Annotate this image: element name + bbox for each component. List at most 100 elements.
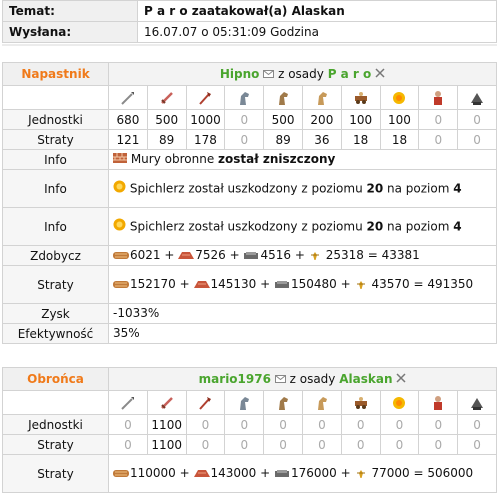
iron-icon — [274, 276, 291, 293]
unit-count-cell: 0 — [224, 414, 265, 435]
res-grain: 25318 — [325, 248, 364, 262]
unit-icon-cell — [379, 85, 420, 110]
catapult-icon — [391, 395, 407, 411]
info-granary: Spichlerz został uszkodzony z poziomu 20… — [108, 169, 497, 208]
res-iron: 176000 — [291, 466, 337, 480]
unit-row-jednostki: Jednostki 0 1100 0 0 0 0 0 0 0 0 — [2, 414, 497, 435]
attacker-title: Hipno z osady P a r o — [108, 62, 497, 86]
unit-count-cell: 500 — [263, 109, 303, 130]
snob-icon — [469, 90, 485, 106]
unit-count-cell: 0 — [418, 414, 459, 435]
res-total: 506000 — [427, 466, 474, 480]
mail-icon[interactable] — [263, 67, 275, 81]
unit-icon-row — [2, 390, 497, 415]
iron-icon — [243, 247, 260, 264]
res-iron: 150480 — [291, 277, 337, 291]
knight-icon — [430, 90, 446, 106]
unit-count-cell: 0 — [418, 109, 459, 130]
unit-count-cell: 0 — [340, 414, 381, 435]
efficiency-row: Efektywność 35% — [2, 323, 497, 344]
unit-count-cell: 0 — [224, 434, 265, 455]
defender-title: mario1976 z osady Alaskan — [108, 367, 497, 391]
iron-icon — [274, 465, 291, 482]
unit-count-cell: 0 — [108, 434, 148, 455]
sword-icon — [159, 395, 175, 411]
attacker-table: Napastnik Hipno z osady P a r o Jednostk… — [2, 62, 497, 344]
catapult-icon — [391, 90, 407, 106]
info-row: Info Spichlerz został uszkodzony z pozio… — [2, 207, 497, 246]
unit-icon-cell — [185, 85, 226, 110]
attacker-player-link[interactable]: Hipno — [220, 67, 260, 81]
unit-icon-row — [2, 85, 497, 110]
unit-icon-cell — [224, 390, 265, 415]
spear-icon — [120, 395, 136, 411]
res-clay: 7526 — [195, 248, 226, 262]
unit-icon-cell — [457, 85, 497, 110]
unit-icon-cell — [379, 390, 420, 415]
unit-icon-cell — [340, 390, 381, 415]
defender-player-link[interactable]: mario1976 — [199, 372, 271, 386]
message-header: Temat: P a r o zaatakował(a) Alaskan Wys… — [2, 0, 497, 43]
res-clay: 143000 — [210, 466, 257, 480]
unit-count-cell: 0 — [457, 129, 497, 150]
unit-count-cell: 89 — [263, 129, 303, 150]
wood-icon — [113, 465, 130, 482]
efficiency-value: 35% — [108, 323, 497, 344]
icon-row-blank — [2, 390, 109, 415]
unit-count-cell: 500 — [146, 109, 187, 130]
res-wood: 152170 — [130, 277, 176, 291]
unit-icon-cell — [146, 390, 187, 415]
sent-label: Wysłana: — [2, 21, 138, 43]
attacker-village-link[interactable]: P a r o — [328, 67, 372, 81]
mail-icon[interactable] — [274, 372, 286, 386]
unit-icon-cell — [263, 85, 303, 110]
wall-icon — [113, 151, 127, 168]
unit-icon-cell — [146, 85, 187, 110]
clay-icon — [178, 247, 195, 264]
ram-icon — [353, 90, 369, 106]
unit-icon-cell — [301, 85, 342, 110]
unit-count-cell: 100 — [340, 109, 381, 130]
unit-count-cell: 89 — [146, 129, 187, 150]
axe-icon — [197, 395, 213, 411]
heavy-cavalry-icon — [314, 90, 330, 106]
res-grain: 43570 — [371, 277, 410, 291]
light-cavalry-icon — [275, 90, 291, 106]
unit-icon-cell — [263, 390, 303, 415]
unit-count-cell: 100 — [379, 109, 420, 130]
wood-icon — [113, 276, 130, 293]
unit-count-cell: 0 — [457, 109, 497, 130]
unit-count-cell: 18 — [340, 129, 381, 150]
defender-village-link[interactable]: Alaskan — [339, 372, 392, 386]
divider — [2, 44, 497, 46]
scout-horse-icon — [236, 90, 252, 106]
unit-icon-cell — [418, 390, 459, 415]
subject-label: Temat: — [2, 0, 138, 22]
grain-icon — [355, 465, 372, 482]
unit-icon-cell — [418, 85, 459, 110]
heavy-cavalry-icon — [314, 395, 330, 411]
loss-values: 110000 + 143000 + 176000 + 77000 = 50600… — [108, 454, 497, 493]
spear-icon — [120, 90, 136, 106]
unit-count-cell: 0 — [301, 434, 342, 455]
loot-values: 6021 + 7526 + 4516 + 25318 = 43381 — [108, 245, 497, 266]
grain-icon — [355, 276, 372, 293]
unit-icon-cell — [301, 390, 342, 415]
unit-count-cell: 0 — [301, 414, 342, 435]
loss-row: Straty 152170 + 145130 + 150480 + 43570 … — [2, 265, 497, 304]
info-wall: Mury obronne został zniszczony — [108, 149, 497, 170]
icon-row-blank — [2, 85, 109, 110]
unit-count-cell: 1100 — [146, 434, 187, 455]
unit-count-cell: 18 — [379, 129, 420, 150]
unit-count-cell: 178 — [185, 129, 226, 150]
defender-side-label: Obrońca — [2, 367, 109, 391]
res-wood: 6021 — [130, 248, 161, 262]
unit-count-cell: 0 — [457, 434, 497, 455]
unit-icon-cell — [457, 390, 497, 415]
info-row: Info Spichlerz został uszkodzony z pozio… — [2, 169, 497, 208]
granary-icon — [113, 218, 126, 236]
unit-row-jednostki: Jednostki 680 500 1000 0 500 200 100 100 0 0 — [2, 109, 497, 130]
res-total: 43381 — [381, 248, 420, 262]
snob-icon — [469, 395, 485, 411]
info-granary: Spichlerz został uszkodzony z poziomu 20… — [108, 207, 497, 246]
